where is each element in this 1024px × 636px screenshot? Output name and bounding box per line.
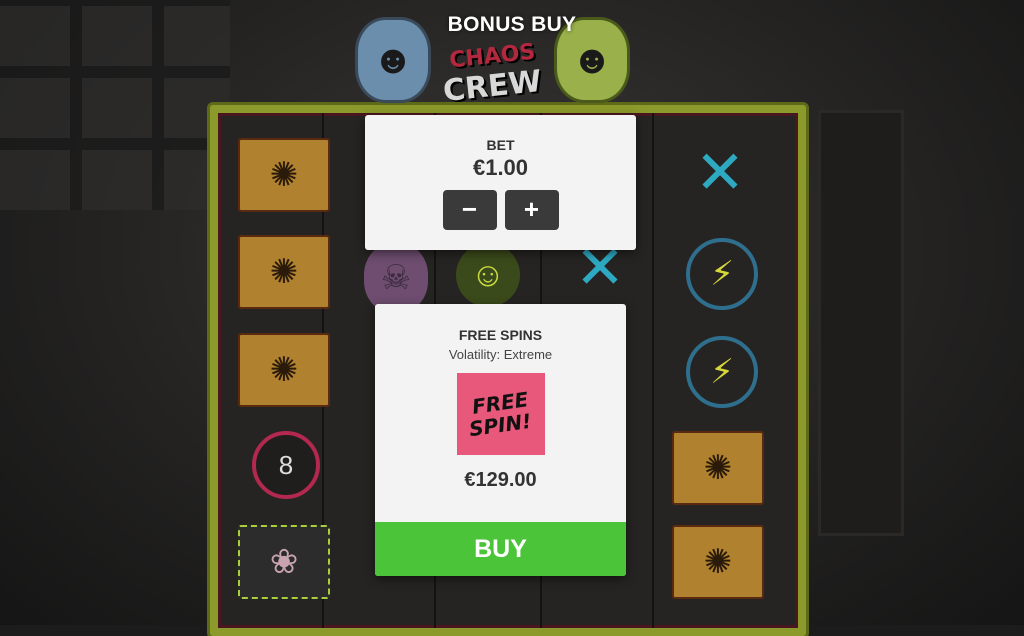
reel-1: ✺ ✺ ✺ 8 ❀ <box>218 113 330 628</box>
free-spins-offer-card: FREE SPINS Volatility: Extreme FREE SPIN… <box>375 304 626 576</box>
lightning-symbol-icon: ⚡ <box>686 336 758 408</box>
bet-panel: BET €1.00 − + <box>365 115 636 250</box>
bet-value: €1.00 <box>472 155 529 180</box>
smiley-symbol-icon: ☺ <box>456 243 520 307</box>
increase-bet-button[interactable]: + <box>504 190 559 230</box>
moth-symbol-icon: ✺ <box>672 525 764 599</box>
moth-symbol-icon: ✺ <box>238 333 330 407</box>
offer-title: FREE SPINS <box>458 327 543 343</box>
offer-volatility: Volatility: Extreme <box>448 347 553 362</box>
lightning-symbol-icon: ⚡ <box>686 238 758 310</box>
cross-symbol-icon: ✕ <box>694 139 746 206</box>
offer-price: €129.00 <box>464 469 537 491</box>
eight-ball-symbol-icon: 8 <box>252 431 320 499</box>
decrease-bet-button[interactable]: − <box>442 190 497 230</box>
page-title: BONUS BUY <box>447 13 577 36</box>
buy-button[interactable]: BUY <box>375 522 626 576</box>
skull-symbol-icon: ☠ <box>364 243 428 313</box>
moth-symbol-icon: ✺ <box>238 138 330 212</box>
free-spin-image: FREE SPIN! <box>456 373 545 455</box>
background-door <box>818 110 904 536</box>
moth-symbol-icon: ✺ <box>238 235 330 309</box>
bet-stepper: − + <box>365 190 636 230</box>
brain-symbol-icon: ❀ <box>238 525 330 599</box>
bet-label: BET <box>486 137 515 153</box>
reel-5: ✕ ⚡ ⚡ ✺ ✺ <box>658 113 764 628</box>
moth-symbol-icon: ✺ <box>672 431 764 505</box>
